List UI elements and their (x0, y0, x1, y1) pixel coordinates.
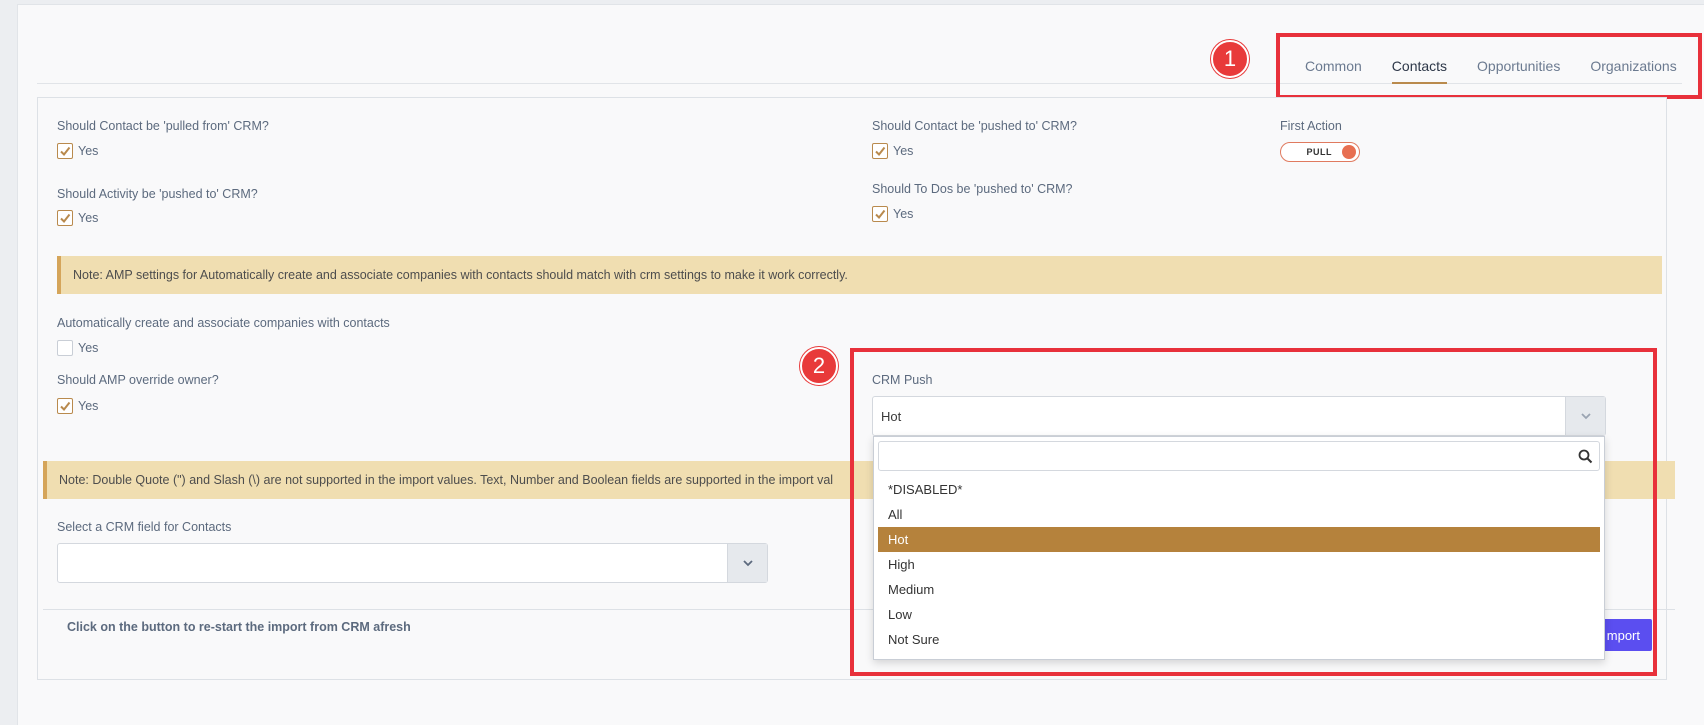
annotation-badge-1: 1 (1211, 40, 1249, 78)
checkbox-label: Yes (78, 399, 99, 413)
checkbox-auto-create[interactable]: Yes (57, 340, 98, 356)
question-pulled-from: Should Contact be 'pulled from' CRM? (57, 119, 269, 133)
check-icon (57, 143, 73, 159)
note-auto-create: Note: AMP settings for Automatically cre… (57, 256, 1662, 294)
check-icon (872, 143, 888, 159)
checkbox-label: Yes (893, 207, 914, 221)
annotation-box-2 (850, 348, 1657, 676)
checkbox-activity-pushed[interactable]: Yes (57, 210, 98, 226)
crm-field-label: Select a CRM field for Contacts (57, 520, 232, 534)
toggle-text: PULL (1306, 147, 1332, 157)
question-contact-pushed: Should Contact be 'pushed to' CRM? (872, 119, 1077, 133)
checkbox-label: Yes (78, 211, 99, 225)
checkbox-empty-icon (57, 340, 73, 356)
checkbox-override-owner[interactable]: Yes (57, 398, 98, 414)
checkbox-todos-pushed[interactable]: Yes (872, 206, 913, 222)
question-auto-create: Automatically create and associate compa… (57, 316, 390, 330)
crm-field-select[interactable] (57, 543, 768, 583)
question-todos-pushed: Should To Dos be 'pushed to' CRM? (872, 182, 1073, 196)
question-activity-pushed: Should Activity be 'pushed to' CRM? (57, 187, 258, 201)
check-icon (57, 210, 73, 226)
annotation-badge-2: 2 (800, 347, 838, 385)
annotation-box-1 (1276, 33, 1702, 99)
checkbox-pulled-from[interactable]: Yes (57, 143, 98, 159)
first-action-toggle[interactable]: PULL (1280, 142, 1360, 162)
checkbox-label: Yes (78, 341, 99, 355)
checkbox-label: Yes (78, 144, 99, 158)
chevron-down-icon[interactable] (727, 544, 767, 582)
question-override-owner: Should AMP override owner? (57, 373, 219, 387)
toggle-knob (1342, 145, 1356, 159)
restart-text: Click on the button to re-start the impo… (67, 620, 411, 634)
check-icon (872, 206, 888, 222)
checkbox-label: Yes (893, 144, 914, 158)
first-action-label: First Action (1280, 119, 1342, 133)
check-icon (57, 398, 73, 414)
checkbox-contact-pushed[interactable]: Yes (872, 143, 913, 159)
